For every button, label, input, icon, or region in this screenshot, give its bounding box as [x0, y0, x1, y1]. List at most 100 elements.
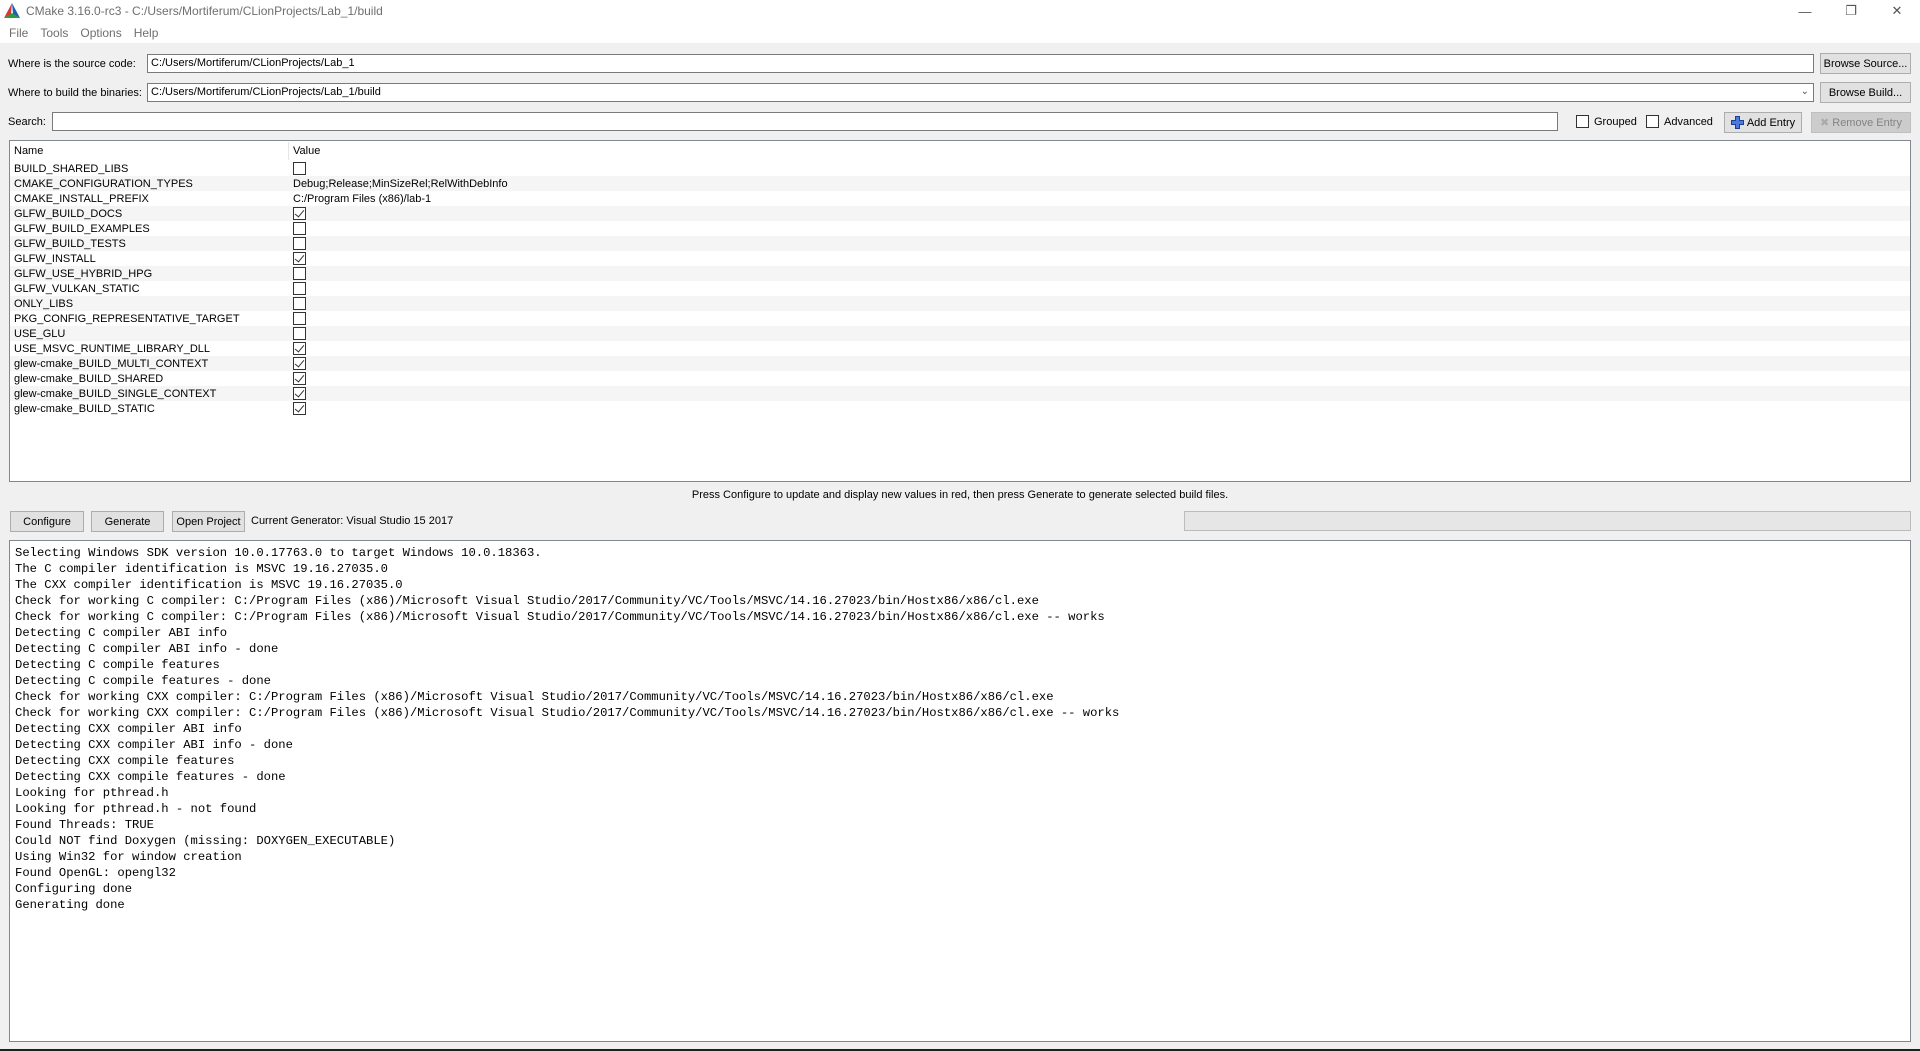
entry-value-checkbox[interactable] — [293, 372, 306, 385]
add-entry-button[interactable]: Add Entry — [1724, 112, 1802, 133]
table-row[interactable]: GLFW_BUILD_DOCS — [10, 206, 1910, 221]
entry-name: CMAKE_CONFIGURATION_TYPES — [14, 177, 193, 190]
advanced-label: Advanced — [1664, 115, 1713, 128]
binaries-value: C:/Users/Mortiferum/CLionProjects/Lab_1/… — [151, 86, 381, 98]
cache-table: Name Value BUILD_SHARED_LIBS CMAKE_CONFIG… — [9, 140, 1911, 482]
table-row[interactable]: BUILD_SHARED_LIBS — [10, 161, 1910, 176]
table-row[interactable]: glew-cmake_BUILD_STATIC — [10, 401, 1910, 416]
entry-value-checkbox[interactable] — [293, 387, 306, 400]
binaries-label: Where to build the binaries: — [8, 87, 142, 99]
advanced-checkbox[interactable] — [1646, 115, 1659, 128]
entry-name: GLFW_BUILD_EXAMPLES — [14, 222, 150, 235]
table-row[interactable]: USE_MSVC_RUNTIME_LIBRARY_DLL — [10, 341, 1910, 356]
entry-value — [289, 237, 306, 250]
grouped-checkbox[interactable] — [1576, 115, 1589, 128]
log-line: Detecting C compiler ABI info - done — [15, 642, 279, 656]
entry-value-checkbox[interactable] — [293, 342, 306, 355]
grouped-option[interactable]: Grouped — [1576, 115, 1637, 128]
column-header-value[interactable]: Value — [289, 145, 320, 157]
table-row[interactable]: USE_GLU — [10, 326, 1910, 341]
generate-button[interactable]: Generate — [91, 511, 164, 532]
entry-name: GLFW_USE_HYBRID_HPG — [14, 267, 153, 280]
browse-source-button[interactable]: Browse Source... — [1820, 53, 1911, 74]
entry-value-checkbox[interactable] — [293, 237, 306, 250]
log-line: Detecting CXX compiler ABI info - done — [15, 738, 293, 752]
menu-file[interactable]: File — [3, 26, 34, 40]
entry-value-checkbox[interactable] — [293, 312, 306, 325]
entry-name: GLFW_BUILD_DOCS — [14, 207, 123, 220]
table-row[interactable]: ONLY_LIBS — [10, 296, 1910, 311]
entry-name: glew-cmake_BUILD_STATIC — [14, 402, 155, 415]
minimize-icon: — — [1798, 3, 1812, 19]
browse-build-button[interactable]: Browse Build... — [1820, 82, 1911, 103]
entry-name: glew-cmake_BUILD_SINGLE_CONTEXT — [14, 387, 217, 400]
table-row[interactable]: glew-cmake_BUILD_SHARED — [10, 371, 1910, 386]
entry-name: BUILD_SHARED_LIBS — [14, 162, 129, 175]
remove-entry-label: Remove Entry — [1832, 116, 1902, 129]
advanced-option[interactable]: Advanced — [1646, 115, 1713, 128]
restore-icon: ❐ — [1845, 3, 1857, 18]
source-input[interactable]: C:/Users/Mortiferum/CLionProjects/Lab_1 — [147, 54, 1814, 73]
log-line: Using Win32 for window creation — [15, 850, 242, 864]
entry-value-checkbox[interactable] — [293, 357, 306, 370]
table-body: BUILD_SHARED_LIBS CMAKE_CONFIGURATION_TYP… — [10, 161, 1910, 416]
entry-name: GLFW_INSTALL — [14, 252, 96, 265]
entry-value-checkbox[interactable] — [293, 162, 306, 175]
search-input[interactable] — [52, 112, 1558, 131]
log-line: Generating done — [15, 898, 125, 912]
minimize-button[interactable]: — — [1782, 0, 1828, 22]
log-line: Selecting Windows SDK version 10.0.17763… — [15, 546, 542, 560]
table-row[interactable]: GLFW_INSTALL — [10, 251, 1910, 266]
cmake-logo-icon — [4, 3, 20, 18]
close-button[interactable]: ✕ — [1874, 0, 1920, 22]
log-line: Check for working CXX compiler: C:/Progr… — [15, 690, 1054, 704]
table-row[interactable]: GLFW_VULKAN_STATIC — [10, 281, 1910, 296]
configure-button[interactable]: Configure — [10, 511, 84, 532]
entry-value[interactable]: C:/Program Files (x86)/lab-1 — [289, 193, 431, 205]
menu-options[interactable]: Options — [74, 26, 127, 40]
entry-value-checkbox[interactable] — [293, 297, 306, 310]
maximize-button[interactable]: ❐ — [1828, 0, 1874, 22]
entry-value-checkbox[interactable] — [293, 282, 306, 295]
table-header: Name Value — [10, 141, 1910, 161]
table-row[interactable]: glew-cmake_BUILD_SINGLE_CONTEXT — [10, 386, 1910, 401]
entry-name: USE_GLU — [14, 327, 66, 340]
entry-value — [289, 207, 306, 220]
log-line: Detecting CXX compiler ABI info — [15, 722, 242, 736]
table-row[interactable]: CMAKE_CONFIGURATION_TYPES Debug;Release;M… — [10, 176, 1910, 191]
table-row[interactable]: CMAKE_INSTALL_PREFIX C:/Program Files (x8… — [10, 191, 1910, 206]
add-entry-label: Add Entry — [1746, 116, 1796, 129]
output-log[interactable]: Selecting Windows SDK version 10.0.17763… — [9, 540, 1911, 1042]
binaries-combobox[interactable]: C:/Users/Mortiferum/CLionProjects/Lab_1/… — [147, 83, 1814, 102]
hint-text: Press Configure to update and display ne… — [691, 489, 1229, 501]
log-line: Detecting CXX compile features - done — [15, 770, 286, 784]
entry-value-checkbox[interactable] — [293, 252, 306, 265]
entry-name: GLFW_BUILD_TESTS — [14, 237, 126, 250]
entry-value-checkbox[interactable] — [293, 222, 306, 235]
remove-entry-button[interactable]: ✖ Remove Entry — [1811, 112, 1911, 133]
table-row[interactable]: glew-cmake_BUILD_MULTI_CONTEXT — [10, 356, 1910, 371]
entry-value-checkbox[interactable] — [293, 327, 306, 340]
column-header-name[interactable]: Name — [10, 142, 289, 160]
entry-name: ONLY_LIBS — [14, 297, 74, 310]
table-row[interactable]: GLFW_BUILD_EXAMPLES — [10, 221, 1910, 236]
entry-value — [289, 402, 306, 415]
log-line: Could NOT find Doxygen (missing: DOXYGEN… — [15, 834, 396, 848]
chevron-down-icon[interactable]: ⌄ — [1801, 84, 1809, 100]
entry-value[interactable]: Debug;Release;MinSizeRel;RelWithDebInfo — [289, 178, 508, 190]
log-line: Looking for pthread.h — [15, 786, 169, 800]
entry-value — [289, 297, 306, 310]
entry-value-checkbox[interactable] — [293, 207, 306, 220]
progress-bar — [1184, 511, 1911, 531]
menu-tools[interactable]: Tools — [34, 26, 74, 40]
table-row[interactable]: GLFW_USE_HYBRID_HPG — [10, 266, 1910, 281]
entry-value-checkbox[interactable] — [293, 402, 306, 415]
open-project-button[interactable]: Open Project — [172, 511, 245, 532]
log-line: Configuring done — [15, 882, 133, 896]
entry-name: USE_MSVC_RUNTIME_LIBRARY_DLL — [14, 342, 211, 355]
menu-help[interactable]: Help — [128, 26, 165, 40]
entry-value-checkbox[interactable] — [293, 267, 306, 280]
table-row[interactable]: GLFW_BUILD_TESTS — [10, 236, 1910, 251]
entry-name: CMAKE_INSTALL_PREFIX — [14, 192, 149, 205]
table-row[interactable]: PKG_CONFIG_REPRESENTATIVE_TARGET — [10, 311, 1910, 326]
